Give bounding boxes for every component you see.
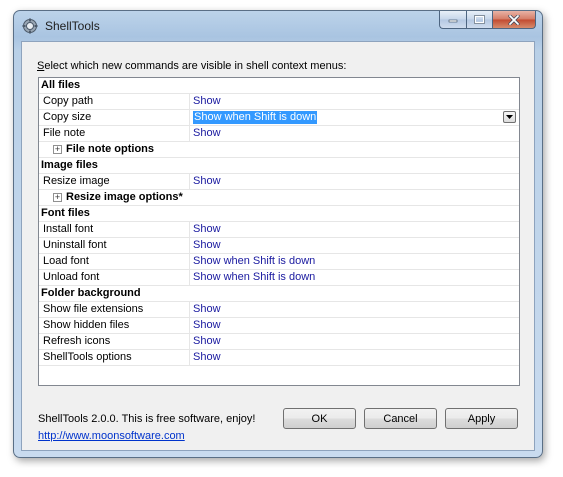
property-row[interactable]: Refresh icons Show xyxy=(39,334,519,350)
property-name: File note xyxy=(39,126,190,141)
category-label: Image files xyxy=(41,159,98,171)
cancel-button[interactable]: Cancel xyxy=(364,408,437,429)
category-row[interactable]: Font files xyxy=(39,206,519,222)
group-label: File note options xyxy=(66,143,154,155)
apply-button[interactable]: Apply xyxy=(445,408,518,429)
version-info: ShellTools 2.0.0. This is free software,… xyxy=(38,413,256,425)
property-value[interactable]: Show xyxy=(190,238,519,253)
property-value[interactable]: Show xyxy=(190,222,519,237)
minimize-icon xyxy=(448,19,458,22)
selected-value-text: Show when Shift is down xyxy=(193,111,318,124)
property-row[interactable]: Show hidden files Show xyxy=(39,318,519,334)
dropdown-button[interactable] xyxy=(503,111,516,123)
property-row[interactable]: Copy path Show xyxy=(39,94,519,110)
property-name: Show file extensions xyxy=(39,302,190,317)
maximize-button[interactable] xyxy=(466,11,492,29)
category-row[interactable]: Image files xyxy=(39,158,519,174)
property-row[interactable]: Install font Show xyxy=(39,222,519,238)
property-name: Load font xyxy=(39,254,190,269)
property-name: Install font xyxy=(39,222,190,237)
property-row[interactable]: File note Show xyxy=(39,126,519,142)
property-value[interactable]: Show xyxy=(190,94,519,109)
property-row[interactable]: Unload font Show when Shift is down xyxy=(39,270,519,286)
property-row[interactable]: Show file extensions Show xyxy=(39,302,519,318)
property-row[interactable]: Uninstall font Show xyxy=(39,238,519,254)
close-icon xyxy=(508,14,520,25)
shelltools-window: ShellTools Select which new commands are… xyxy=(13,10,543,458)
dropdown-arrow-icon xyxy=(506,115,513,119)
property-value[interactable]: Show when Shift is down xyxy=(190,270,519,285)
category-row[interactable]: All files xyxy=(39,78,519,94)
property-value-dropdown[interactable]: Show when Shift is down xyxy=(190,110,519,125)
property-grid[interactable]: All files Copy path Show Copy size Show … xyxy=(38,77,520,386)
property-value[interactable]: Show xyxy=(190,302,519,317)
category-label: Folder background xyxy=(41,287,141,299)
caption-buttons xyxy=(439,11,536,30)
property-name: Copy path xyxy=(39,94,190,109)
property-value[interactable]: Show xyxy=(190,318,519,333)
property-value[interactable]: Show xyxy=(190,174,519,189)
property-value[interactable]: Show xyxy=(190,126,519,141)
property-name: Copy size xyxy=(39,110,190,125)
property-name: Uninstall font xyxy=(39,238,190,253)
instruction-text: elect which new commands are visible in … xyxy=(44,60,347,72)
property-row-selected[interactable]: Copy size Show when Shift is down xyxy=(39,110,519,126)
minimize-button[interactable] xyxy=(439,11,466,29)
category-label: Font files xyxy=(41,207,90,219)
category-label: All files xyxy=(41,79,81,91)
expandable-group-row[interactable]: + Resize image options* xyxy=(39,190,519,206)
property-value[interactable]: Show when Shift is down xyxy=(190,254,519,269)
expand-plus-icon[interactable]: + xyxy=(53,193,62,202)
property-value[interactable]: Show xyxy=(190,334,519,349)
property-row[interactable]: Resize image Show xyxy=(39,174,519,190)
property-name: ShellTools options xyxy=(39,350,190,365)
property-row[interactable]: ShellTools options Show xyxy=(39,350,519,366)
instruction-label: Select which new commands are visible in… xyxy=(37,60,346,72)
title-bar[interactable]: ShellTools xyxy=(14,11,542,41)
group-label: Resize image options* xyxy=(66,191,183,203)
property-row[interactable]: Load font Show when Shift is down xyxy=(39,254,519,270)
expand-plus-icon[interactable]: + xyxy=(53,145,62,154)
expandable-group-row[interactable]: + File note options xyxy=(39,142,519,158)
property-name: Resize image xyxy=(39,174,190,189)
property-name: Show hidden files xyxy=(39,318,190,333)
dialog-client-area: Select which new commands are visible in… xyxy=(21,41,535,451)
website-link[interactable]: http://www.moonsoftware.com xyxy=(38,430,185,442)
shelltools-gear-icon xyxy=(22,18,38,34)
close-button[interactable] xyxy=(492,11,536,29)
category-row[interactable]: Folder background xyxy=(39,286,519,302)
property-name: Refresh icons xyxy=(39,334,190,349)
ok-button[interactable]: OK xyxy=(283,408,356,429)
maximize-icon xyxy=(474,15,485,24)
property-name: Unload font xyxy=(39,270,190,285)
window-title: ShellTools xyxy=(45,19,100,33)
property-value[interactable]: Show xyxy=(190,350,519,365)
